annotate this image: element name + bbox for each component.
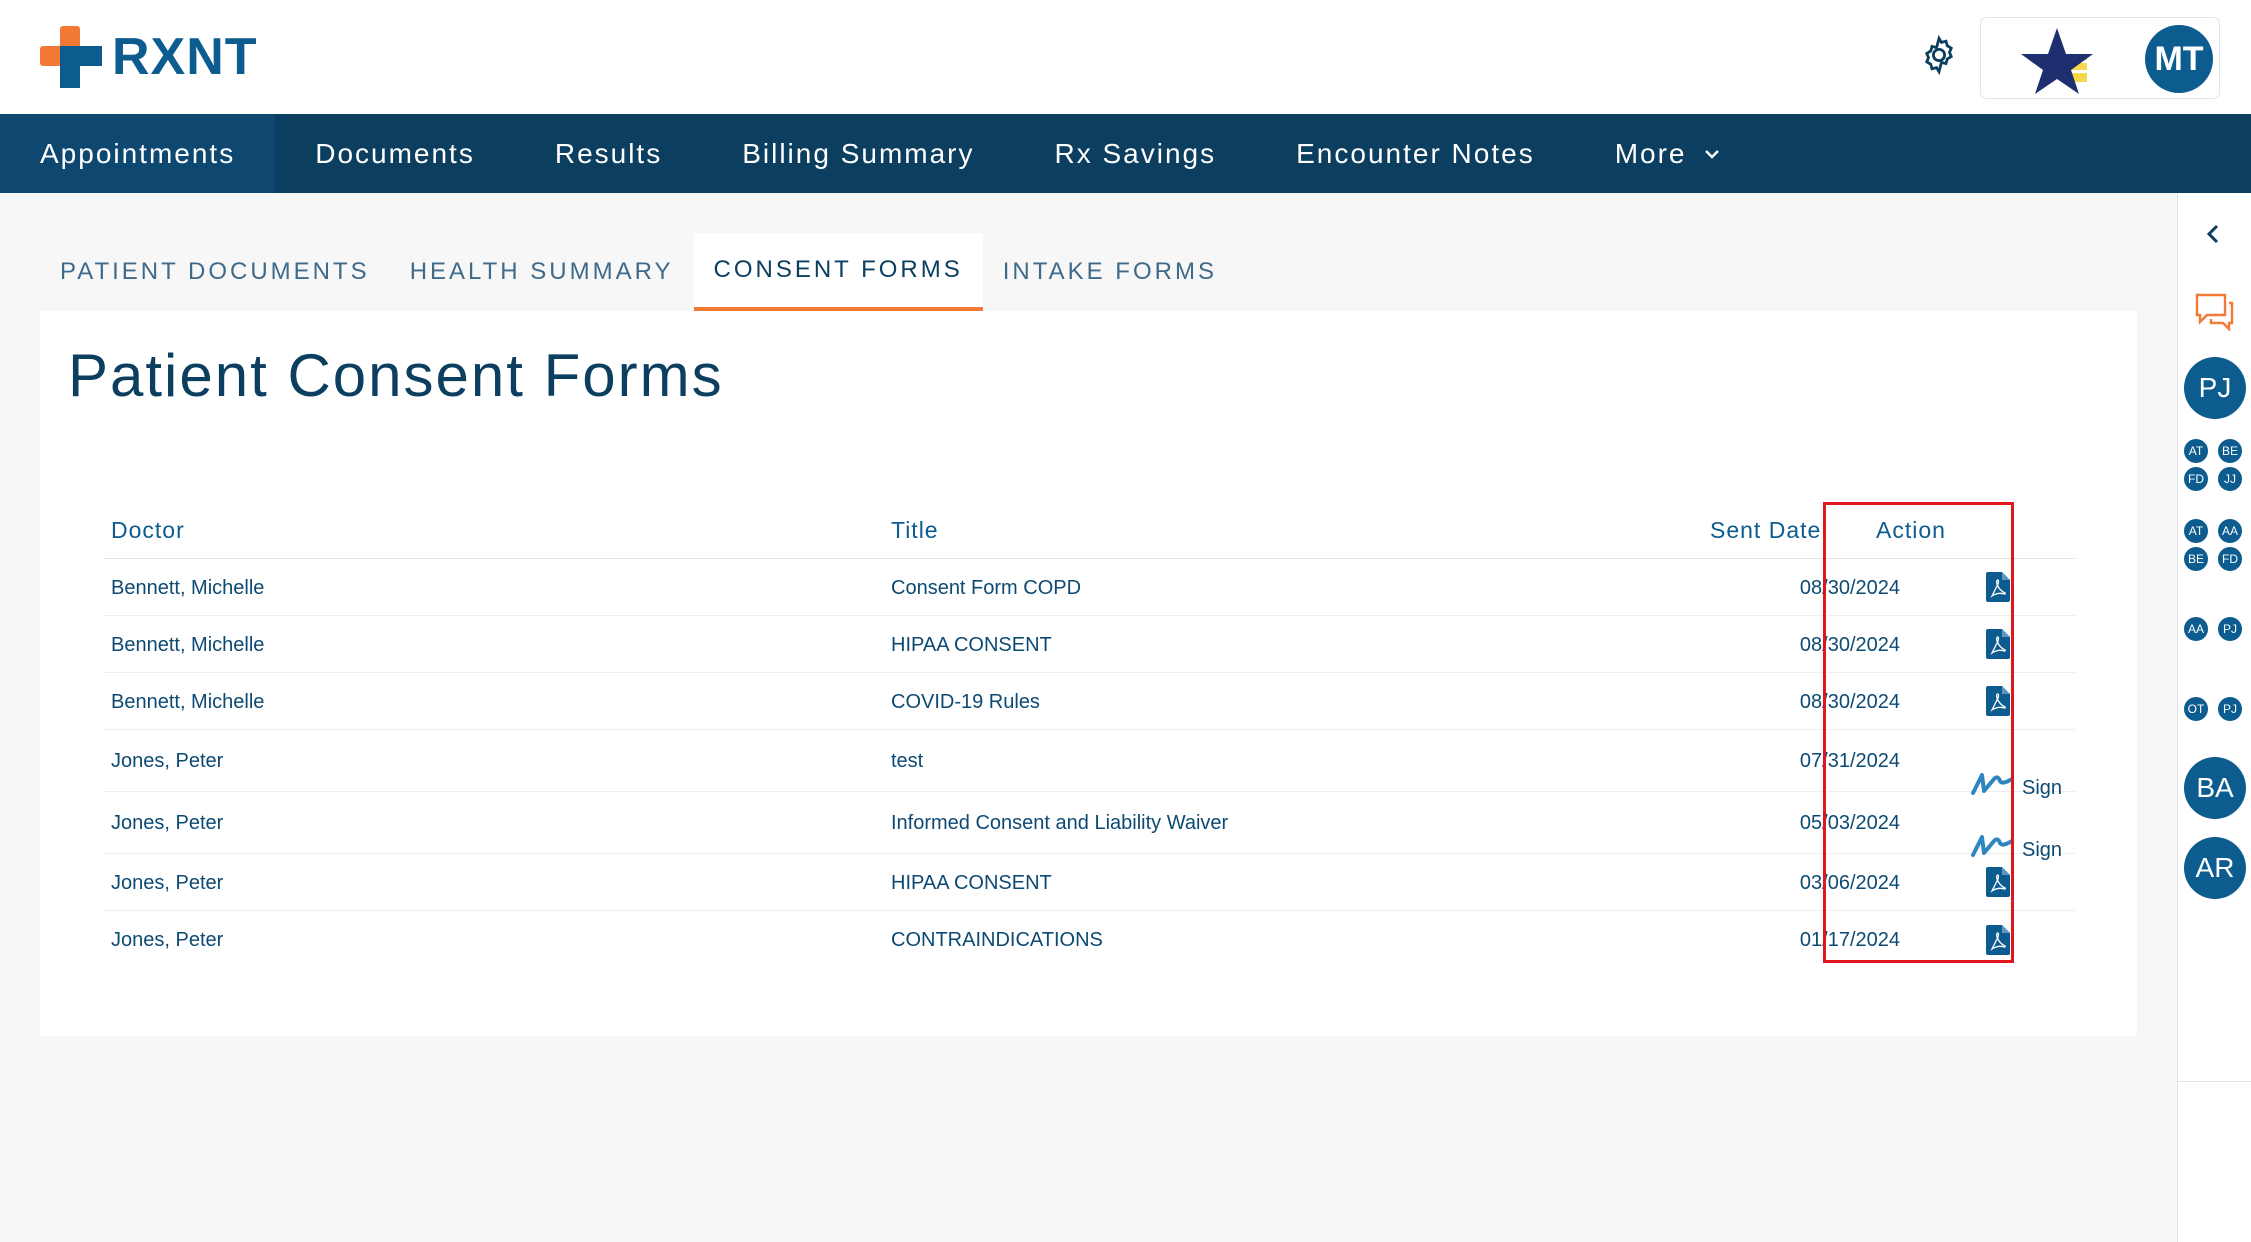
chat-avatar-small[interactable]: AA xyxy=(2182,615,2210,643)
chat-avatar-small[interactable]: JJ xyxy=(2216,465,2244,493)
right-rail: PJ AT BE FD JJ AT AA BE FD AA PJ OT PJ B… xyxy=(2177,193,2251,1242)
user-avatar[interactable]: MT xyxy=(2145,25,2213,93)
cell-title: Consent Form COPD xyxy=(891,577,1082,599)
nav-item-rx-savings[interactable]: Rx Savings xyxy=(1015,114,1257,193)
cell-doctor: Jones, Peter xyxy=(111,750,224,772)
chat-avatar-small[interactable]: BE xyxy=(2216,437,2244,465)
cell-title: HIPAA CONSENT xyxy=(891,634,1052,656)
consent-forms-table: Doctor Title Sent Date Action Bennett, M… xyxy=(103,501,2075,968)
table-row: Jones, Peter test 07/31/2024 Sign xyxy=(103,730,2075,799)
chat-bubble-icon[interactable] xyxy=(2193,291,2235,331)
column-header-sent-date[interactable]: Sent Date xyxy=(1710,517,1821,544)
table-row: Bennett, Michelle COVID-19 Rules 08/30/2… xyxy=(103,673,2075,730)
column-header-doctor[interactable]: Doctor xyxy=(111,517,185,544)
chat-avatar[interactable]: PJ xyxy=(2184,357,2246,419)
nav-item-encounter-notes[interactable]: Encounter Notes xyxy=(1256,114,1575,193)
cell-doctor: Jones, Peter xyxy=(111,929,224,951)
nav-item-more[interactable]: More xyxy=(1575,114,1761,193)
chat-avatar-small[interactable]: PJ xyxy=(2216,615,2244,643)
chat-avatar-small[interactable]: FD xyxy=(2182,465,2210,493)
cell-doctor: Bennett, Michelle xyxy=(111,577,265,599)
table-row: Bennett, Michelle Consent Form COPD 08/3… xyxy=(103,559,2075,616)
chat-avatar-small[interactable]: FD xyxy=(2216,545,2244,573)
chat-avatar-small[interactable]: AA xyxy=(2216,517,2244,545)
rxnt-logo[interactable]: RXNT xyxy=(40,26,258,88)
nav-more-label: More xyxy=(1614,137,1687,169)
chat-avatar-small[interactable]: OT xyxy=(2182,695,2210,723)
logo-text: RXNT xyxy=(112,28,258,86)
table-row: Jones, Peter HIPAA CONSENT 03/06/2024 xyxy=(103,854,2075,911)
cell-title: Informed Consent and Liability Waiver xyxy=(891,812,1229,834)
rxnt-cross-logo-icon xyxy=(40,26,102,88)
page-title: Patient Consent Forms xyxy=(68,342,724,409)
cell-doctor: Jones, Peter xyxy=(111,872,224,894)
table-header: Doctor Title Sent Date Action xyxy=(103,501,2075,559)
chevron-down-icon xyxy=(1704,149,1719,159)
practice-star-logo-icon xyxy=(2021,28,2093,94)
table-row: Jones, Peter Informed Consent and Liabil… xyxy=(103,792,2075,861)
cell-doctor: Jones, Peter xyxy=(111,812,224,834)
nav-item-appointments[interactable]: Appointments xyxy=(0,114,276,193)
action-column-highlight xyxy=(1823,502,2014,963)
cell-doctor: Bennett, Michelle xyxy=(111,634,265,656)
chat-avatar-small[interactable]: AT xyxy=(2182,517,2210,545)
cell-title: CONTRAINDICATIONS xyxy=(891,929,1103,951)
tab-intake-forms[interactable]: INTAKE FORMS xyxy=(983,233,1237,311)
chat-avatar[interactable]: BA xyxy=(2184,757,2246,819)
cell-title: test xyxy=(891,750,924,772)
tab-consent-forms[interactable]: CONSENT FORMS xyxy=(693,233,983,311)
cell-doctor: Bennett, Michelle xyxy=(111,691,265,713)
tab-health-summary[interactable]: HEALTH SUMMARY xyxy=(390,233,694,311)
chat-avatar-small[interactable]: PJ xyxy=(2216,695,2244,723)
chat-avatar[interactable]: AR xyxy=(2184,837,2246,899)
main-nav: Appointments Documents Results Billing S… xyxy=(0,114,2251,193)
nav-item-billing-summary[interactable]: Billing Summary xyxy=(702,114,1014,193)
table-row: Jones, Peter CONTRAINDICATIONS 01/17/202… xyxy=(103,911,2075,968)
user-profile-box[interactable]: MT xyxy=(1980,17,2220,99)
chat-avatar-small[interactable]: BE xyxy=(2182,545,2210,573)
document-tabs: PATIENT DOCUMENTS HEALTH SUMMARY CONSENT… xyxy=(40,233,1237,311)
settings-gear-icon[interactable] xyxy=(1918,34,1960,76)
rail-divider xyxy=(2178,1081,2251,1082)
chat-avatar-small[interactable]: AT xyxy=(2182,437,2210,465)
cell-title: HIPAA CONSENT xyxy=(891,872,1052,894)
column-header-title[interactable]: Title xyxy=(891,517,939,544)
nav-item-documents[interactable]: Documents xyxy=(275,114,515,193)
nav-item-results[interactable]: Results xyxy=(515,114,702,193)
tab-patient-documents[interactable]: PATIENT DOCUMENTS xyxy=(40,233,390,311)
top-header: RXNT MT xyxy=(0,0,2251,114)
table-row: Bennett, Michelle HIPAA CONSENT 08/30/20… xyxy=(103,616,2075,673)
cell-title: COVID-19 Rules xyxy=(891,691,1040,713)
chevron-left-icon[interactable] xyxy=(2200,221,2226,247)
